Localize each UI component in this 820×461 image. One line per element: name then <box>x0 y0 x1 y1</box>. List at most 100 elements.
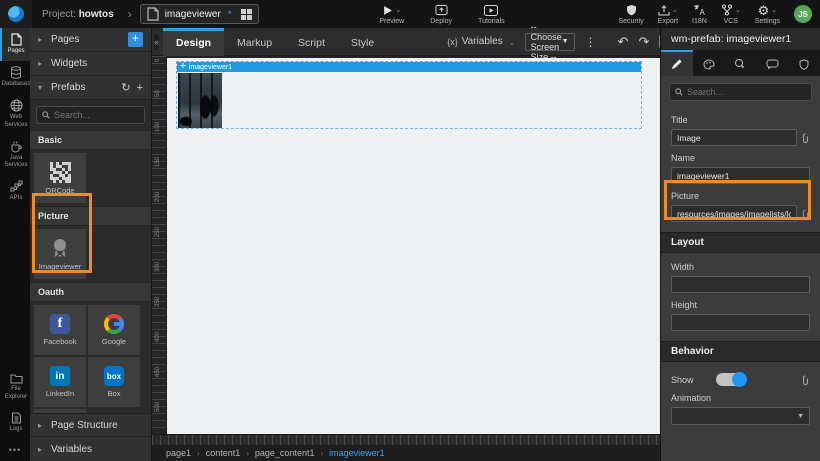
google-icon <box>104 314 124 334</box>
breadcrumb-page-content1[interactable]: page_content1 <box>255 448 315 458</box>
variables-button[interactable]: {x} Variables ⌄ <box>447 36 514 47</box>
bind-icon[interactable] <box>801 375 810 385</box>
security-button[interactable]: Security <box>619 4 644 25</box>
animation-select[interactable]: ▼ <box>671 407 810 425</box>
user-avatar[interactable]: JS <box>794 5 812 23</box>
api-nodes-icon <box>10 180 23 193</box>
properties-search[interactable] <box>669 83 812 101</box>
tab-styles[interactable] <box>693 50 725 76</box>
prefab-tile-box[interactable]: box Box <box>88 357 140 407</box>
imageviewer-thumbnail[interactable] <box>178 73 222 128</box>
topbar-right: Security ⌄ Export A I18N ⌄ VCS ⚙⌄ Settin… <box>619 4 820 25</box>
preview-button[interactable]: ⌄ Preview <box>379 4 404 25</box>
properties-search-input[interactable] <box>687 87 806 97</box>
tab-script[interactable]: Script <box>285 28 338 56</box>
add-page-button[interactable]: + <box>128 32 143 47</box>
video-icon <box>484 4 498 17</box>
prefab-tile-imageviewer[interactable]: Imageviewer <box>34 229 86 279</box>
i18n-button[interactable]: A I18N <box>692 4 707 25</box>
title-field-input[interactable] <box>671 129 797 146</box>
topbar-actions: ⌄ Preview Deploy Tutorials <box>379 4 504 25</box>
prefab-list: Basic QRCode Picture Imageviewer Oauth <box>30 100 151 413</box>
selected-widget[interactable]: ✛ imageviewer1 <box>176 61 642 129</box>
widget-selection-header[interactable]: ✛ imageviewer1 <box>177 62 641 72</box>
move-icon[interactable]: ✛ <box>180 63 186 71</box>
tab-properties[interactable] <box>661 50 693 76</box>
file-name: imageviewer <box>165 9 221 20</box>
wavemaker-studio: Project: howtos › imageviewer * ⌄ Previe… <box>0 0 820 461</box>
breadcrumb-page1[interactable]: page1 <box>166 448 191 458</box>
unsaved-mark: * <box>228 9 232 19</box>
section-variables[interactable]: ▸ Variables <box>30 437 151 461</box>
bind-icon-active[interactable] <box>801 209 810 219</box>
tab-markup[interactable]: Markup <box>224 28 285 56</box>
section-widgets[interactable]: ▸ Widgets <box>30 52 151 76</box>
breadcrumb-content1[interactable]: content1 <box>206 448 241 458</box>
category-basic: Basic <box>30 130 151 150</box>
height-field-input[interactable] <box>671 314 810 331</box>
section-pages[interactable]: ▸ Pages + <box>30 28 151 52</box>
width-field-input[interactable] <box>671 276 810 293</box>
tab-design[interactable]: Design <box>163 28 224 56</box>
prefab-search-input[interactable] <box>54 110 139 120</box>
triangle-right-icon: ▸ <box>38 35 45 44</box>
section-prefabs[interactable]: ▾ Prefabs ↻ + <box>30 76 151 100</box>
undo-icon[interactable]: ↶ <box>618 34 629 50</box>
wavemaker-logo[interactable] <box>0 0 32 28</box>
name-field-input[interactable] <box>671 167 810 184</box>
breadcrumb-imageviewer1[interactable]: imageviewer1 <box>329 448 385 458</box>
project-label: Project: howtos <box>42 9 114 20</box>
facebook-icon: f <box>50 314 70 334</box>
export-button[interactable]: ⌄ Export <box>658 4 678 25</box>
top-bar: Project: howtos › imageviewer * ⌄ Previe… <box>0 0 820 28</box>
tutorials-button[interactable]: Tutorials <box>478 4 505 25</box>
linkedin-icon: in <box>50 366 70 386</box>
prefab-tile-qrcode[interactable]: QRCode <box>34 153 86 203</box>
rail-item-file-explorer[interactable]: File Explorer <box>0 368 30 406</box>
rail-item-databases[interactable]: Databases <box>0 61 30 94</box>
more-options-icon[interactable]: ••• <box>0 439 30 461</box>
tab-messages[interactable] <box>756 50 788 76</box>
vcs-button[interactable]: ⌄ VCS <box>721 4 741 25</box>
widget-name-label: imageviewer1 <box>189 64 232 71</box>
prefab-tile-linkedin[interactable]: in LinkedIn <box>34 357 86 407</box>
chevron-down-icon: ⌄ <box>509 39 515 47</box>
refresh-icon[interactable]: ↻ <box>121 81 130 94</box>
tab-events[interactable] <box>725 50 757 76</box>
triangle-down-icon: ▾ <box>38 83 45 92</box>
rail-item-apis[interactable]: APIs <box>0 175 30 208</box>
picture-field-input[interactable] <box>671 205 797 222</box>
prefab-tile-facebook[interactable]: f Facebook <box>34 305 86 355</box>
document-icon <box>147 7 159 21</box>
collapse-left-panel-icon[interactable]: « <box>154 34 159 50</box>
prefab-search[interactable] <box>36 106 145 124</box>
rail-item-web-services[interactable]: Web Services <box>0 94 30 134</box>
tab-security[interactable] <box>788 50 820 76</box>
section-page-structure[interactable]: ▸ Page Structure <box>30 413 151 437</box>
qrcode-icon <box>50 162 71 183</box>
box-icon: box <box>104 366 124 386</box>
design-canvas[interactable]: ✛ imageviewer1 <box>167 58 660 434</box>
behavior-section-header: Behavior <box>661 341 820 362</box>
redo-icon[interactable]: ↷ <box>638 34 649 50</box>
chevron-down-icon: ⌄ <box>735 6 741 14</box>
rail-item-logs[interactable]: Logs <box>0 407 30 439</box>
canvas-area: « Design Markup Script Style {x} Variabl… <box>152 28 660 461</box>
show-toggle[interactable] <box>716 373 746 386</box>
category-oauth: Oauth <box>30 282 151 302</box>
log-file-icon <box>11 412 22 424</box>
rail-item-java-services[interactable]: Java Services <box>0 135 30 175</box>
prefab-tile-google[interactable]: Google <box>88 305 140 355</box>
kebab-menu-icon[interactable]: ⋮ <box>585 35 597 49</box>
deploy-button[interactable]: Deploy <box>430 4 452 25</box>
add-prefab-button[interactable]: + <box>137 82 143 94</box>
pencil-icon <box>671 59 682 70</box>
rail-item-pages[interactable]: Pages <box>0 28 30 61</box>
tab-style[interactable]: Style <box>338 28 387 56</box>
bind-icon[interactable] <box>801 133 810 143</box>
settings-button[interactable]: ⚙⌄ Settings <box>755 4 780 25</box>
screen-size-select[interactable]: -- Choose Screen Size -- ▼ <box>525 33 575 51</box>
grid-view-icon[interactable] <box>241 9 252 20</box>
open-file-tab[interactable]: imageviewer * <box>140 4 260 24</box>
height-field-label: Height <box>671 300 810 310</box>
